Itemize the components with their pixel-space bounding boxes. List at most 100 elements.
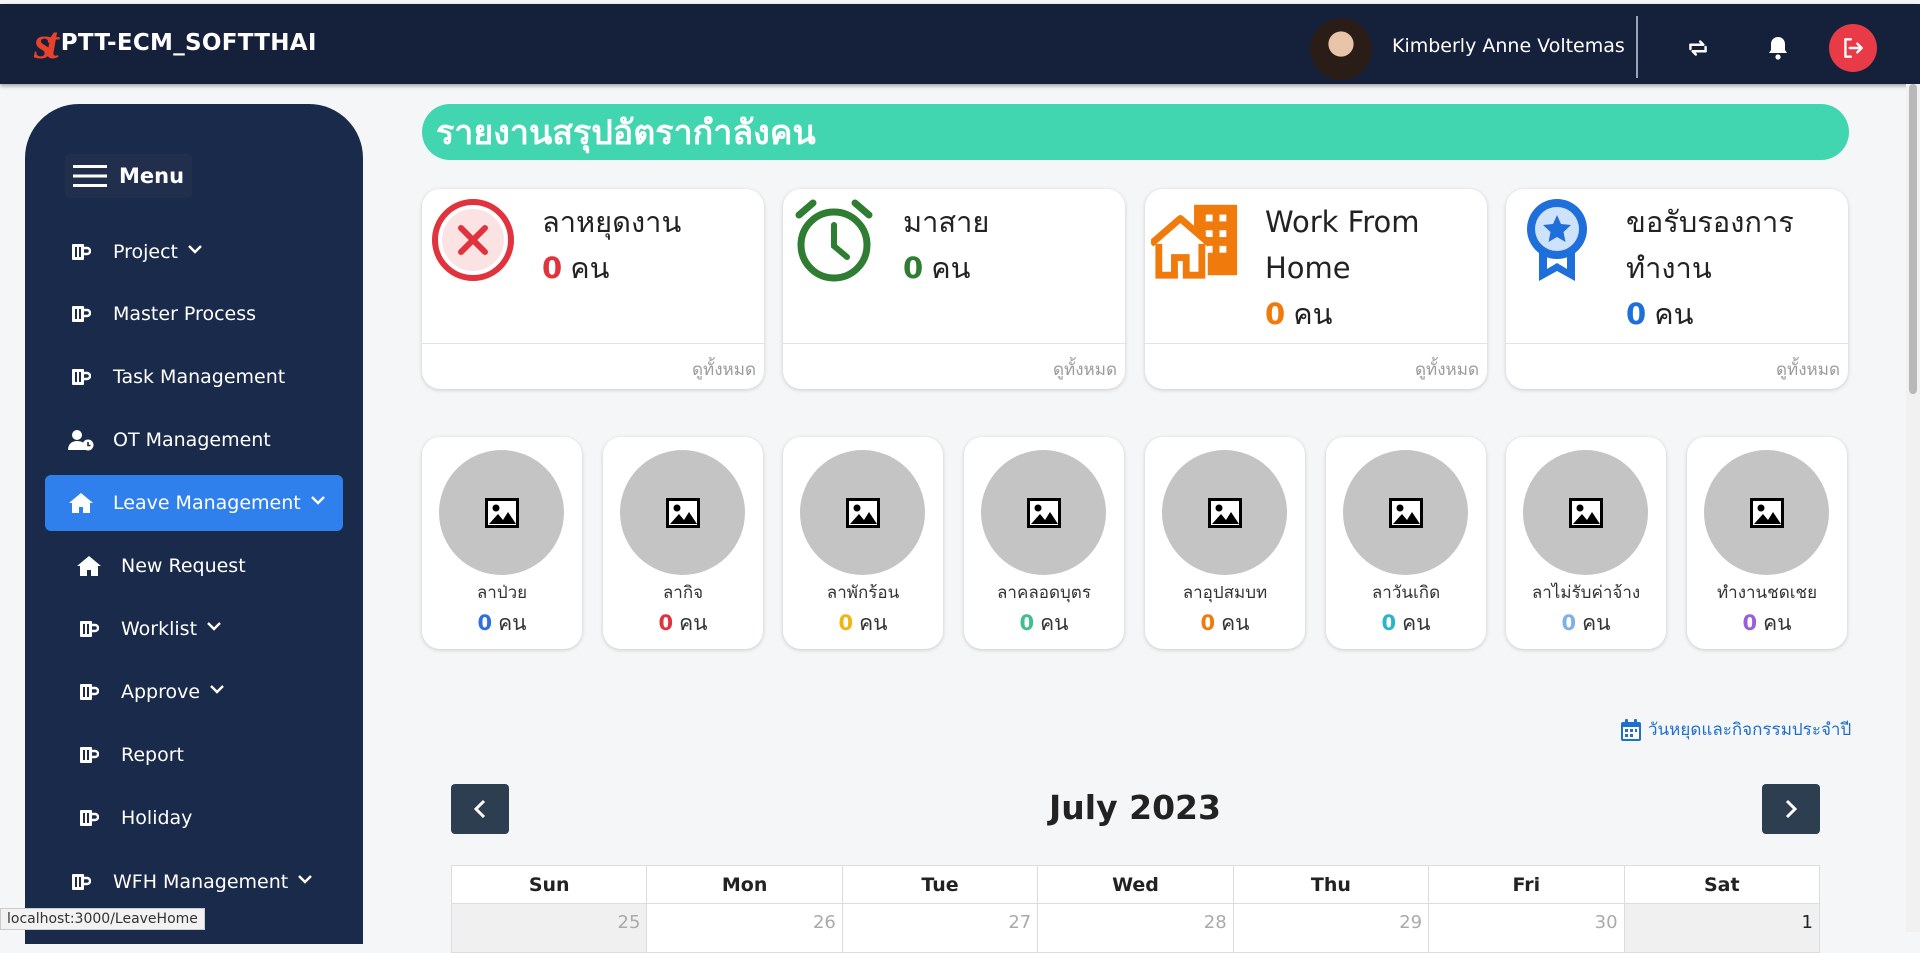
leave-card-ordination[interactable]: ลาอุปสมบท 0 คน xyxy=(1145,437,1305,649)
calendar-day-cell[interactable]: 30 xyxy=(1428,903,1625,953)
stat-label: Work From Home xyxy=(1265,205,1420,285)
stat-count-unit: คน xyxy=(1654,297,1694,331)
user-clock-icon xyxy=(67,429,95,451)
chevron-down-icon xyxy=(210,677,224,699)
sidebar-item-task-management[interactable]: Task Management xyxy=(45,349,343,405)
sidebar-item-report[interactable]: Report xyxy=(45,727,343,783)
leave-type-label: ลาพักร้อน xyxy=(826,583,900,603)
image-placeholder-icon xyxy=(800,450,925,575)
image-placeholder-icon xyxy=(620,450,745,575)
sidebar-item-ot-management[interactable]: OT Management xyxy=(45,412,343,468)
stat-count-value: 0 xyxy=(1626,297,1647,331)
mug-icon xyxy=(75,620,103,638)
leave-card-birthday[interactable]: ลาวันเกิด 0 คน xyxy=(1326,437,1486,649)
leave-card-personal[interactable]: ลากิจ 0 คน xyxy=(603,437,763,649)
sidebar-item-new-request[interactable]: New Request xyxy=(45,538,343,594)
swap-icon xyxy=(1689,40,1707,56)
stat-card-work-certification[interactable]: ขอรับรองการทำงาน 0 คน ดูทั้งหมด xyxy=(1506,189,1848,389)
sidebar-item-label: New Request xyxy=(121,555,246,577)
menu-label: Menu xyxy=(119,164,185,188)
chevron-left-icon xyxy=(473,799,486,819)
app-logo[interactable]: st PTT-ECM_SOFTTHAI xyxy=(34,18,317,68)
leave-card-unpaid[interactable]: ลาไม่รับค่าจ้าง 0 คน xyxy=(1506,437,1666,649)
leave-count-unit: คน xyxy=(1221,611,1250,635)
leave-card-sick[interactable]: ลาป่วย 0 คน xyxy=(422,437,582,649)
sidebar-item-project[interactable]: Project xyxy=(45,224,343,280)
leave-type-count: 0 คน xyxy=(964,607,1124,640)
image-placeholder-icon xyxy=(1162,450,1287,575)
stat-count: 0 คน xyxy=(542,245,609,291)
cancel-icon xyxy=(428,195,518,285)
mug-icon xyxy=(75,809,103,827)
sidebar: Menu Project Master Process Task Managem… xyxy=(25,104,363,944)
stat-count-unit: คน xyxy=(1293,297,1333,331)
leave-count-value: 0 xyxy=(1200,611,1216,635)
image-placeholder-icon xyxy=(1704,450,1829,575)
calendar-prev-button[interactable] xyxy=(451,784,509,834)
switch-role-button[interactable] xyxy=(1678,28,1718,68)
leave-count-unit: คน xyxy=(1582,611,1611,635)
calendar-day-cell[interactable]: 29 xyxy=(1232,903,1430,953)
stat-card-wfh[interactable]: Work From Home 0 คน ดูทั้งหมด xyxy=(1145,189,1487,389)
leave-count-unit: คน xyxy=(498,611,527,635)
page-title-bar: รายงานสรุปอัตรากำลังคน xyxy=(422,104,1849,160)
stat-card-absent[interactable]: ลาหยุดงาน 0 คน ดูทั้งหมด xyxy=(422,189,764,389)
home-icon xyxy=(75,555,103,577)
calendar-day-cell[interactable]: 26 xyxy=(646,903,843,953)
calendar-weekday-row: Sun Mon Tue Wed Thu Fri Sat xyxy=(450,865,1821,904)
weekday-header: Sun xyxy=(450,865,648,904)
holiday-calendar-link[interactable]: วันหยุดและกิจกรรมประจำปี xyxy=(1620,716,1851,743)
leave-type-count: 0 คน xyxy=(1326,607,1486,640)
menu-toggle[interactable]: Menu xyxy=(65,154,193,198)
avatar[interactable] xyxy=(1310,18,1372,80)
sidebar-item-approve[interactable]: Approve xyxy=(45,664,343,720)
sidebar-item-worklist[interactable]: Worklist xyxy=(45,601,343,657)
top-navbar: st PTT-ECM_SOFTTHAI Kimberly Anne Voltem… xyxy=(0,4,1920,84)
leave-count-value: 0 xyxy=(838,611,854,635)
calendar-day-cell[interactable]: 25 xyxy=(450,903,648,953)
weekday-header: Mon xyxy=(646,865,843,904)
mug-icon xyxy=(67,305,95,323)
leave-count-value: 0 xyxy=(477,611,493,635)
stat-count: 0 คน xyxy=(903,245,970,291)
logout-button[interactable] xyxy=(1829,24,1877,72)
chevron-down-icon xyxy=(188,237,202,259)
sidebar-item-leave-management[interactable]: Leave Management xyxy=(45,475,343,531)
stat-label: ขอรับรองการทำงาน xyxy=(1626,205,1794,285)
award-badge-icon xyxy=(1512,195,1602,285)
weekday-header: Fri xyxy=(1428,865,1625,904)
notifications-button[interactable] xyxy=(1758,28,1798,68)
sidebar-item-wfh-management[interactable]: WFH Management xyxy=(45,854,343,910)
leave-card-maternity[interactable]: ลาคลอดบุตร 0 คน xyxy=(964,437,1124,649)
leave-card-vacation[interactable]: ลาพักร้อน 0 คน xyxy=(783,437,943,649)
leave-type-label: ลาอุปสมบท xyxy=(1182,583,1268,603)
stat-count-value: 0 xyxy=(903,251,924,285)
view-all-link[interactable]: ดูทั้งหมด xyxy=(1776,356,1840,383)
calendar-day-cell[interactable]: 28 xyxy=(1037,903,1234,953)
sidebar-item-holiday[interactable]: Holiday xyxy=(45,790,343,846)
sidebar-item-label: Project xyxy=(113,241,179,263)
scrollbar-thumb[interactable] xyxy=(1909,84,1917,394)
stat-count-value: 0 xyxy=(1265,297,1286,331)
page-scrollbar[interactable] xyxy=(1906,84,1920,932)
leave-type-label: ลาคลอดบุตร xyxy=(997,583,1091,603)
leave-card-compensation[interactable]: ทำงานชดเชย 0 คน xyxy=(1687,437,1847,649)
view-all-link[interactable]: ดูทั้งหมด xyxy=(692,356,756,383)
calendar-icon xyxy=(1621,718,1641,741)
sidebar-item-label: Holiday xyxy=(121,807,193,829)
mug-icon xyxy=(67,873,95,891)
calendar-next-button[interactable] xyxy=(1762,784,1820,834)
view-all-link[interactable]: ดูทั้งหมด xyxy=(1053,356,1117,383)
calendar-day-cell[interactable]: 1 xyxy=(1623,903,1821,953)
logo-mark: st xyxy=(34,17,59,68)
stat-count-value: 0 xyxy=(542,251,563,285)
leave-type-count: 0 คน xyxy=(783,607,943,640)
view-all-link[interactable]: ดูทั้งหมด xyxy=(1415,356,1479,383)
leave-type-count: 0 คน xyxy=(603,607,763,640)
leave-count-value: 0 xyxy=(1381,611,1397,635)
sidebar-item-master-process[interactable]: Master Process xyxy=(45,286,343,342)
calendar-day-cell[interactable]: 27 xyxy=(841,903,1039,953)
user-name[interactable]: Kimberly Anne Voltemas xyxy=(1392,35,1625,57)
stat-card-late[interactable]: มาสาย 0 คน ดูทั้งหมด xyxy=(783,189,1125,389)
stat-count-unit: คน xyxy=(931,251,971,285)
